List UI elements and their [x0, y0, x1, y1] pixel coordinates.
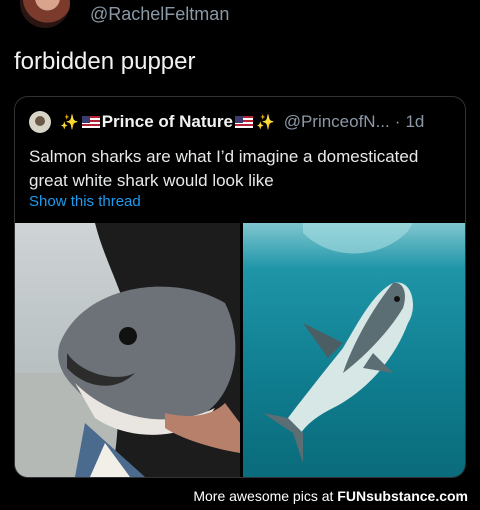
- watermark-footer: More awesome pics at FUNsubstance.com: [0, 484, 480, 510]
- footer-prefix: More awesome pics at: [193, 488, 334, 504]
- footer-credit[interactable]: More awesome pics at FUNsubstance.com: [193, 488, 468, 504]
- tweet-header: @RachelFeltman: [0, 0, 480, 36]
- quoted-tweet-text: Salmon sharks are what I’d imagine a dom…: [29, 147, 419, 190]
- separator-dot: ·: [394, 112, 401, 131]
- sparkles-icon: ✨: [256, 114, 275, 131]
- footer-brand[interactable]: FUNsubstance.com: [337, 488, 468, 504]
- quoted-tweet-card[interactable]: ✨ Prince of Nature ✨ @PrinceofN... · 1d …: [14, 96, 466, 478]
- quoted-display-name[interactable]: Prince of Nature: [102, 112, 233, 132]
- shark-underwater-photo[interactable]: [243, 223, 465, 477]
- avatar[interactable]: [20, 0, 70, 28]
- quoted-handle[interactable]: @PrinceofN...: [284, 112, 390, 132]
- shark-held-illustration: [15, 223, 240, 477]
- show-thread-link[interactable]: Show this thread: [29, 193, 141, 210]
- quoted-avatar[interactable]: [29, 111, 51, 133]
- quoted-timestamp[interactable]: 1d: [405, 112, 424, 132]
- us-flag-icon: [81, 116, 100, 128]
- sparkles-icon: ✨: [60, 114, 79, 131]
- tweet-text: forbidden pupper: [14, 48, 196, 75]
- shark-underwater-illustration: [263, 223, 413, 463]
- quoted-tweet-header: ✨ Prince of Nature ✨ @PrinceofN... · 1d: [29, 111, 424, 133]
- author-handle[interactable]: @RachelFeltman: [90, 4, 229, 25]
- us-flag-icon: [235, 116, 253, 128]
- shark-held-photo[interactable]: [15, 223, 240, 477]
